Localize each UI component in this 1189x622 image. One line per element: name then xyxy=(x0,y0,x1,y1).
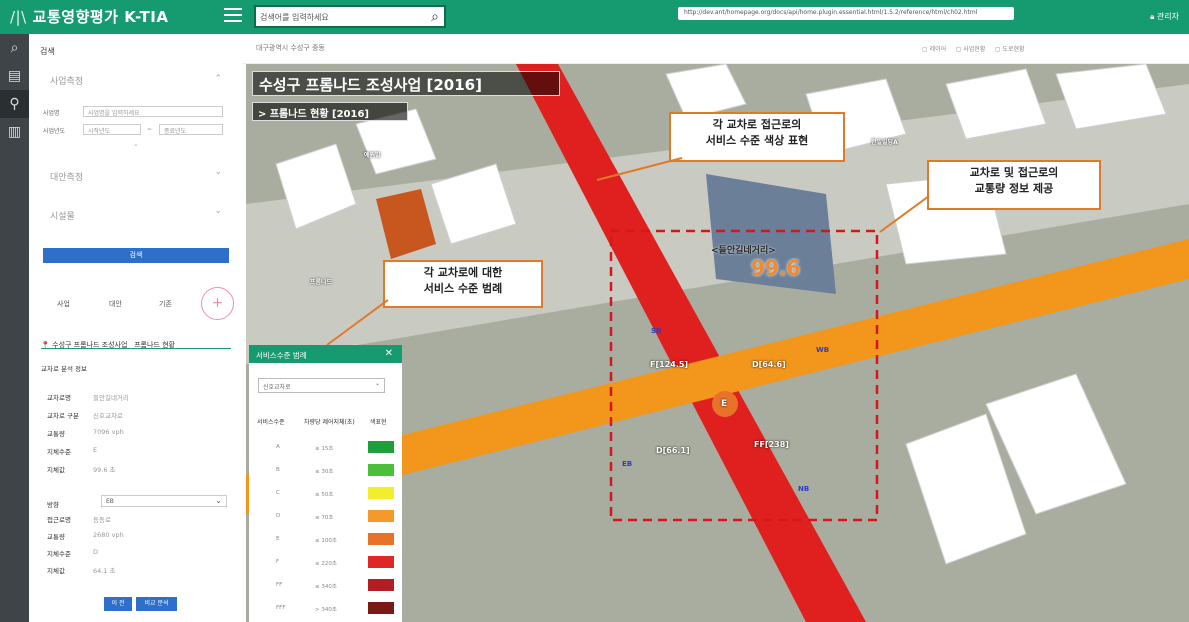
legend-col-delay: 차량당 제어지체(초) xyxy=(304,419,355,426)
legend-delay: > 340초 xyxy=(315,607,337,613)
legend-row: E ≤ 100초 xyxy=(249,533,402,545)
legend-swatch xyxy=(368,602,394,614)
legend-swatch xyxy=(368,533,394,545)
legend-los: B xyxy=(276,467,280,473)
legend-row: FFF > 340초 xyxy=(249,602,402,614)
legend-row: D ≤ 70초 xyxy=(249,510,402,522)
legend-col-los: 서비스수준 xyxy=(257,419,285,426)
legend-delay: ≤ 70초 xyxy=(315,515,334,521)
legend-swatch xyxy=(368,487,394,499)
los-legend-panel: 서비스수준 범례 ✕ 신호교차로 ⌄ 서비스수준 차량당 제어지체(초) 색표현 A… xyxy=(249,345,402,622)
chevron-down-icon: ⌄ xyxy=(374,380,380,387)
legend-row: F ≤ 220초 xyxy=(249,556,402,568)
legend-los: D xyxy=(276,513,281,519)
legend-delay: ≤ 30초 xyxy=(315,469,334,475)
legend-los: FFF xyxy=(276,605,286,611)
legend-delay: ≤ 340초 xyxy=(315,584,337,590)
legend-select-value: 신호교차로 xyxy=(263,384,291,391)
legend-row: A ≤ 15초 xyxy=(249,441,402,453)
legend-row: FF ≤ 340초 xyxy=(249,579,402,591)
legend-los: FF xyxy=(276,582,283,588)
legend-los: A xyxy=(276,444,280,450)
legend-swatch xyxy=(368,510,394,522)
legend-los: F xyxy=(276,559,280,565)
legend-swatch xyxy=(368,579,394,591)
legend-title: 서비스수준 범례 xyxy=(256,351,307,360)
legend-los: C xyxy=(276,490,280,496)
callout-leaders xyxy=(326,157,930,346)
legend-delay: ≤ 50초 xyxy=(315,492,334,498)
legend-delay: ≤ 100초 xyxy=(315,538,337,544)
legend-row: C ≤ 50초 xyxy=(249,487,402,499)
legend-swatch xyxy=(368,556,394,568)
legend-swatch xyxy=(368,441,394,453)
legend-header: 서비스수준 범례 ✕ xyxy=(249,345,402,363)
legend-los: E xyxy=(276,536,280,542)
legend-swatch xyxy=(368,464,394,476)
legend-row: B ≤ 30초 xyxy=(249,464,402,476)
legend-select[interactable]: 신호교차로 ⌄ xyxy=(258,378,385,393)
legend-delay: ≤ 15초 xyxy=(315,446,334,452)
legend-col-color: 색표현 xyxy=(370,419,387,426)
legend-delay: ≤ 220초 xyxy=(315,561,337,567)
close-icon[interactable]: ✕ xyxy=(385,348,393,359)
